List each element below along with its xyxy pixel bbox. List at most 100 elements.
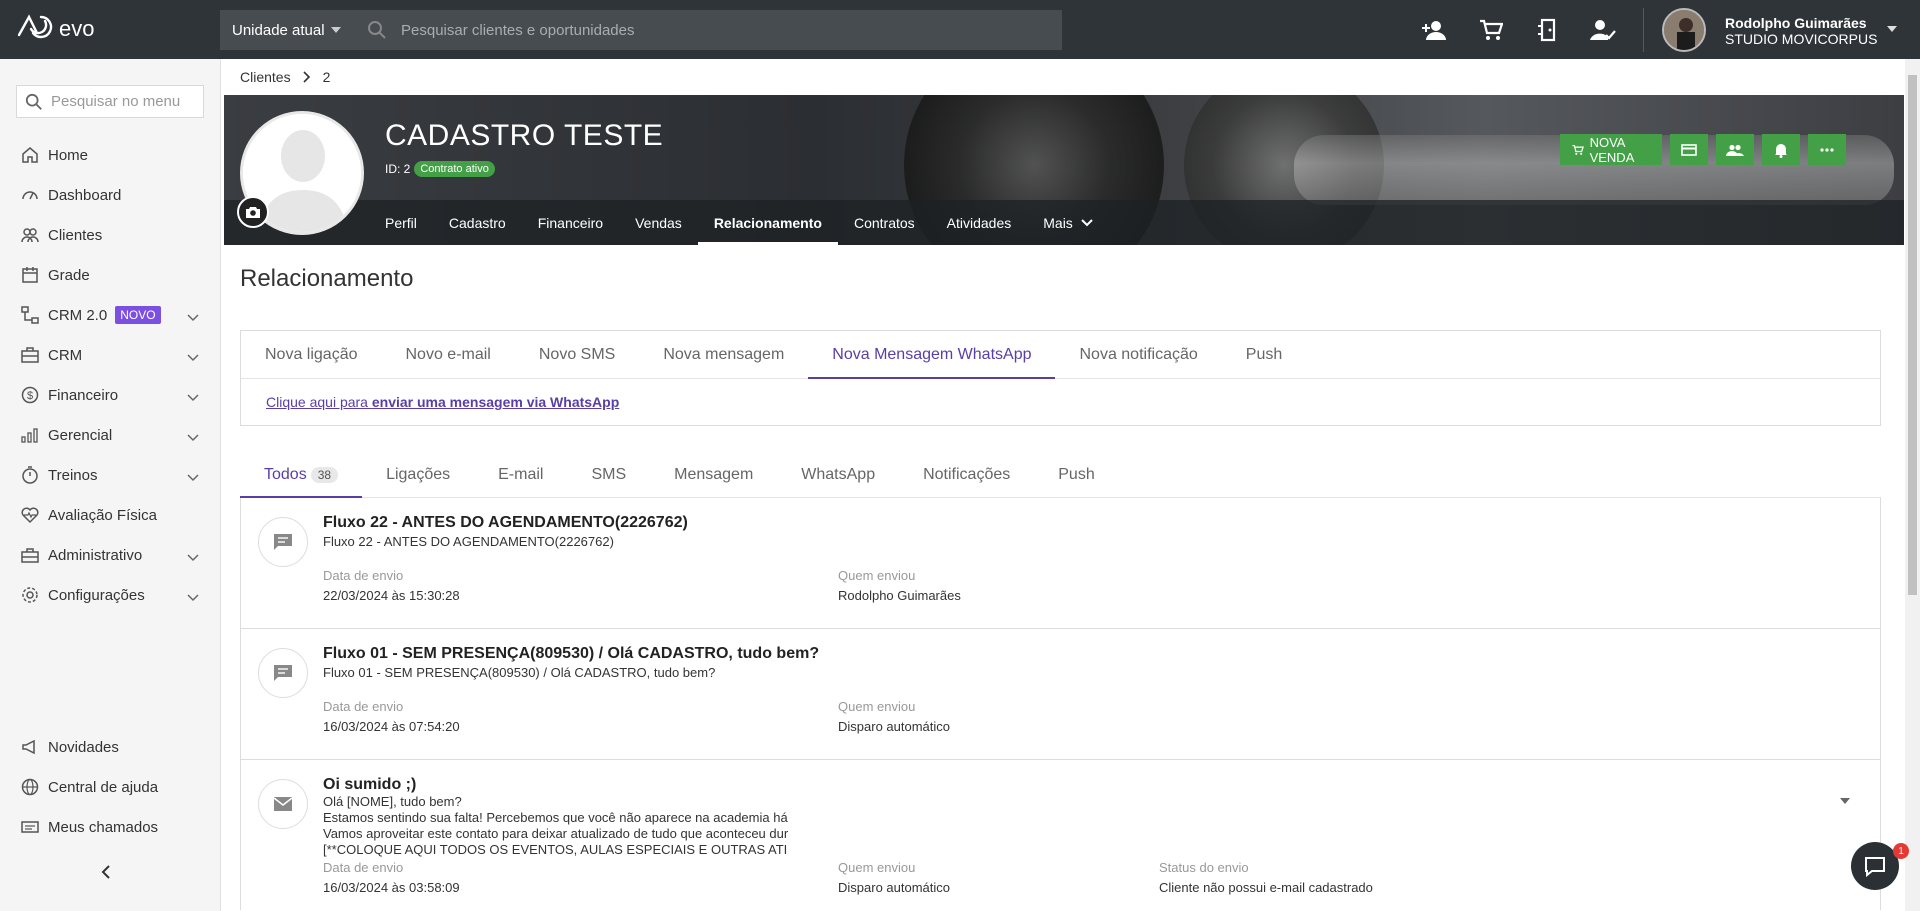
tab-vendas[interactable]: Vendas	[619, 200, 698, 245]
timer-icon	[20, 465, 40, 485]
page-title: Relacionamento	[240, 265, 414, 292]
tab-nova-mensagem[interactable]: Nova mensagem	[639, 331, 808, 378]
list-item[interactable]: Oi sumido ;) Olá [NOME], tudo bem? Estam…	[241, 760, 1880, 910]
door-exit-icon[interactable]	[1532, 16, 1562, 44]
sidebar-item-grade[interactable]: Grade	[0, 255, 221, 295]
sidebar-item-avaliacao-fisica[interactable]: Avaliação Física	[0, 495, 221, 535]
user-studio[interactable]: STUDIO MOVICORPUS	[1725, 31, 1877, 47]
list-item[interactable]: Fluxo 22 - ANTES DO AGENDAMENTO(2226762)…	[241, 498, 1880, 629]
chevron-down-icon	[187, 429, 199, 446]
new-sale-button[interactable]: NOVA VENDA	[1560, 134, 1662, 165]
link-prefix: Clique aqui para	[266, 394, 372, 410]
client-id: ID: 2 Contrato ativo	[385, 161, 495, 177]
sidebar-item-label: Configurações	[48, 586, 145, 604]
group-button[interactable]	[1716, 134, 1754, 165]
breadcrumb-clientes[interactable]: Clientes	[240, 69, 291, 85]
tab-cadastro[interactable]: Cadastro	[433, 200, 522, 245]
chevron-down-icon	[187, 389, 199, 406]
change-photo-button[interactable]	[237, 196, 269, 228]
tab-financeiro[interactable]: Financeiro	[522, 200, 619, 245]
card-button[interactable]	[1670, 134, 1708, 165]
sidebar: Pesquisar no menu Home Dashboard Cliente…	[0, 59, 221, 911]
tab-perfil[interactable]: Perfil	[369, 200, 433, 245]
chat-button[interactable]	[1851, 842, 1899, 890]
body-line: [**COLOQUE AQUI TODOS OS EVENTOS, AULAS …	[323, 842, 788, 857]
evo-logo-icon	[17, 14, 53, 39]
sidebar-item-dashboard[interactable]: Dashboard	[0, 175, 221, 215]
expand-icon[interactable]	[1840, 798, 1850, 804]
bar-chart-icon	[20, 425, 40, 445]
sidebar-item-administrativo[interactable]: Administrativo	[0, 535, 221, 575]
tab-whatsapp[interactable]: WhatsApp	[777, 452, 899, 497]
bell-icon	[1775, 143, 1787, 158]
page-scrollbar[interactable]	[1905, 59, 1920, 911]
tab-sms[interactable]: SMS	[567, 452, 650, 497]
sidebar-item-novidades[interactable]: Novidades	[0, 727, 221, 767]
calendar-icon	[20, 265, 40, 285]
tab-push[interactable]: Push	[1222, 331, 1306, 378]
new-sale-label: NOVA VENDA	[1589, 134, 1635, 165]
sidebar-item-label: Home	[48, 146, 89, 164]
tab-todos[interactable]: Todos 38	[240, 452, 363, 498]
user-name[interactable]: Rodolpho Guimarães	[1725, 15, 1867, 31]
cart-icon[interactable]	[1476, 16, 1506, 44]
sidebar-item-financeiro[interactable]: $ Financeiro	[0, 375, 221, 415]
sidebar-item-treinos[interactable]: Treinos	[0, 455, 221, 495]
chevron-left-icon	[101, 865, 110, 879]
sidebar-item-gerencial[interactable]: Gerencial	[0, 415, 221, 455]
sidebar-item-label: CRM 2.0	[48, 306, 108, 324]
sidebar-item-meus-chamados[interactable]: Meus chamados	[0, 807, 221, 847]
top-actions	[1420, 16, 1618, 44]
scrollbar-thumb[interactable]	[1908, 75, 1917, 595]
tab-nova-mensagem-whatsapp[interactable]: Nova Mensagem WhatsApp	[808, 331, 1056, 379]
sidebar-item-label: Clientes	[48, 226, 103, 244]
tab-nova-ligacao[interactable]: Nova ligação	[241, 331, 382, 378]
topbar-divider	[1643, 8, 1644, 52]
unit-select[interactable]: Unidade atual	[220, 10, 353, 50]
sender-value: Disparo automático	[838, 719, 950, 734]
chevron-down-icon[interactable]	[1887, 26, 1897, 32]
sidebar-item-home[interactable]: Home	[0, 135, 221, 175]
send-whatsapp-link[interactable]: Clique aqui para enviar uma mensagem via…	[266, 394, 619, 410]
tab-notificacoes[interactable]: Notificações	[899, 452, 1034, 497]
sidebar-item-label: Dashboard	[48, 186, 122, 204]
user-avatar[interactable]	[1662, 8, 1706, 52]
sidebar-item-clientes[interactable]: Clientes	[0, 215, 221, 255]
menu-search-input[interactable]: Pesquisar no menu	[16, 85, 204, 118]
tab-mais[interactable]: Mais	[1027, 200, 1109, 245]
tab-nova-notificacao[interactable]: Nova notificação	[1055, 331, 1221, 378]
group-icon	[1726, 144, 1744, 156]
tab-email[interactable]: E-mail	[474, 452, 567, 497]
user-check-icon[interactable]	[1588, 16, 1618, 44]
collapse-sidebar-button[interactable]	[100, 865, 112, 884]
sidebar-item-configuracoes[interactable]: Configurações	[0, 575, 221, 615]
sidebar-bottom-menu: Novidades Central de ajuda Meus chamados	[0, 727, 221, 847]
message-icon	[258, 648, 308, 698]
menu-search-placeholder: Pesquisar no menu	[51, 93, 181, 110]
add-user-icon[interactable]	[1420, 16, 1450, 44]
sidebar-item-crm-2[interactable]: CRM 2.0 NOVO	[0, 295, 221, 335]
tab-relacionamento[interactable]: Relacionamento	[697, 200, 839, 245]
chevron-down-icon	[187, 549, 199, 566]
tab-push-history[interactable]: Push	[1034, 452, 1118, 497]
tab-atividades[interactable]: Atividades	[931, 200, 1028, 245]
breadcrumb-current: 2	[322, 69, 331, 85]
sidebar-item-central-ajuda[interactable]: Central de ajuda	[0, 767, 221, 807]
tab-contratos[interactable]: Contratos	[838, 200, 931, 245]
more-actions-button[interactable]	[1808, 134, 1846, 165]
dollar-icon: $	[20, 385, 40, 405]
novo-badge: NOVO	[115, 306, 161, 324]
list-item[interactable]: Fluxo 01 - SEM PRESENÇA(809530) / Olá CA…	[241, 629, 1880, 760]
top-search-input[interactable]: Pesquisar clientes e oportunidades	[353, 10, 1062, 50]
tab-mensagem[interactable]: Mensagem	[650, 452, 777, 497]
evo-logo[interactable]: evo	[15, 11, 94, 47]
sidebar-item-crm[interactable]: CRM	[0, 335, 221, 375]
notification-button[interactable]	[1762, 134, 1800, 165]
tab-novo-email[interactable]: Novo e-mail	[382, 331, 515, 378]
profile-tabs: Perfil Cadastro Financeiro Vendas Relaci…	[369, 200, 1109, 245]
sender-label: Quem enviou	[838, 860, 916, 875]
sidebar-item-label: Grade	[48, 266, 90, 284]
tab-novo-sms[interactable]: Novo SMS	[515, 331, 639, 378]
tab-ligacoes[interactable]: Ligações	[362, 452, 474, 497]
cart-icon	[1572, 144, 1584, 155]
